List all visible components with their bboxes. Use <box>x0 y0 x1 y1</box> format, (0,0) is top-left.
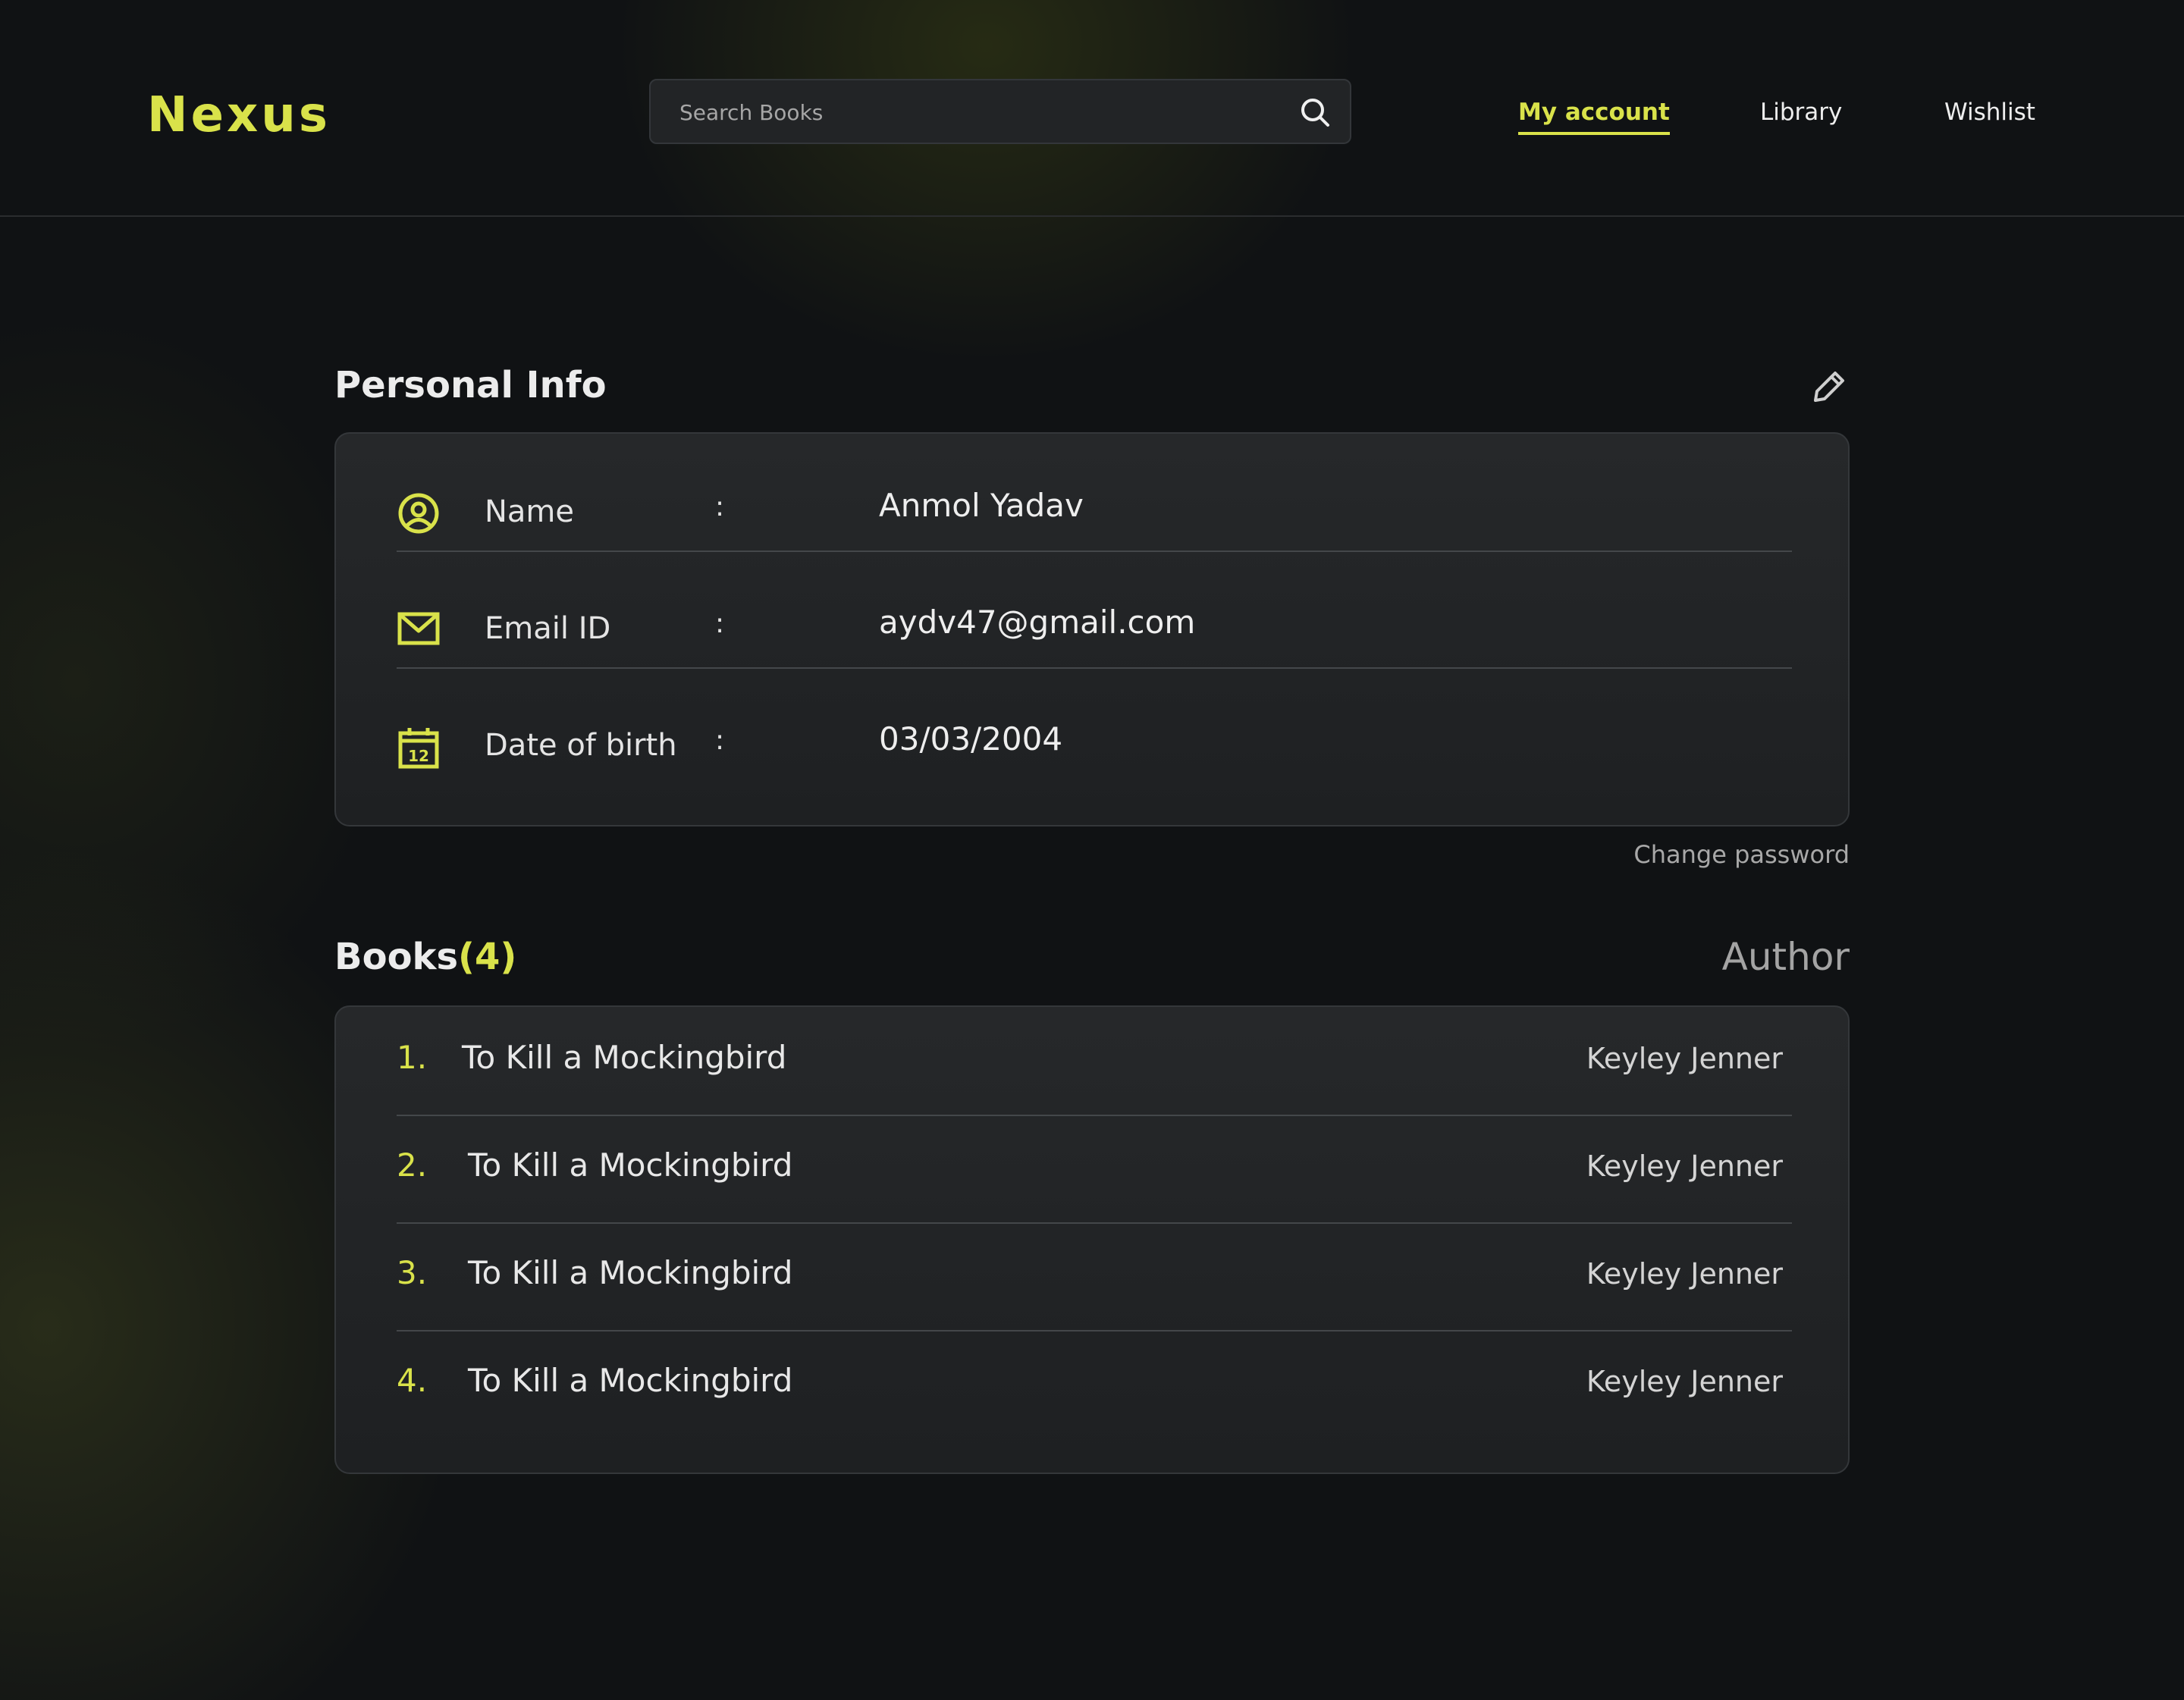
book-author: Keyley Jenner <box>1586 1150 1783 1183</box>
books-title: Books(4) <box>334 933 516 981</box>
personal-info-title: Personal Info <box>334 364 607 406</box>
book-number: 3. <box>397 1254 428 1291</box>
info-row-name: Name : Anmol Yadav <box>397 434 1792 552</box>
info-row-dob: 12 Date of birth : 03/03/2004 <box>397 667 1792 784</box>
email-label: Email ID <box>485 611 611 646</box>
name-label: Name <box>485 494 575 529</box>
book-row[interactable]: 3. To Kill a Mockingbird Keyley Jenner <box>397 1222 1792 1331</box>
name-value: Anmol Yadav <box>879 487 1084 524</box>
book-author: Keyley Jenner <box>1586 1257 1783 1291</box>
dob-label: Date of birth <box>485 728 677 763</box>
book-row[interactable]: 1. To Kill a Mockingbird Keyley Jenner <box>397 1007 1792 1116</box>
search-bar[interactable] <box>649 79 1351 144</box>
author-header: Author <box>1721 935 1850 979</box>
email-value: aydv47@gmail.com <box>879 604 1196 641</box>
books-title-label: Books <box>334 936 459 978</box>
calendar-icon: 12 <box>398 728 439 769</box>
book-title[interactable]: To Kill a Mockingbird <box>468 1254 792 1291</box>
nav-library[interactable]: Library <box>1760 94 1842 130</box>
search-icon[interactable] <box>1298 96 1332 129</box>
book-title[interactable]: To Kill a Mockingbird <box>462 1039 786 1076</box>
app-logo[interactable]: Nexus <box>147 85 331 146</box>
name-colon: : <box>715 491 725 522</box>
books-card: 1. To Kill a Mockingbird Keyley Jenner 2… <box>334 1005 1850 1474</box>
book-author: Keyley Jenner <box>1586 1042 1783 1075</box>
book-number: 4. <box>397 1362 428 1399</box>
nav-wishlist[interactable]: Wishlist <box>1944 94 2035 130</box>
mail-icon <box>397 612 440 645</box>
book-number: 2. <box>397 1146 428 1184</box>
book-title[interactable]: To Kill a Mockingbird <box>468 1362 792 1399</box>
personal-info-card: Name : Anmol Yadav Email ID : aydv47@gma… <box>334 432 1850 826</box>
book-row[interactable]: 2. To Kill a Mockingbird Keyley Jenner <box>397 1115 1792 1224</box>
info-row-email: Email ID : aydv47@gmail.com <box>397 550 1792 669</box>
book-row[interactable]: 4. To Kill a Mockingbird Keyley Jenner <box>397 1330 1792 1438</box>
dob-value: 03/03/2004 <box>879 720 1063 757</box>
book-title[interactable]: To Kill a Mockingbird <box>468 1146 792 1184</box>
user-circle-icon <box>398 493 439 534</box>
nav-my-account[interactable]: My account <box>1518 94 1670 135</box>
book-author: Keyley Jenner <box>1586 1365 1783 1398</box>
change-password-link[interactable]: Change password <box>1633 840 1850 869</box>
book-number: 1. <box>397 1039 428 1076</box>
top-header: Nexus My account Library Wishlist <box>0 0 2184 217</box>
calendar-day: 12 <box>408 747 429 765</box>
search-input[interactable] <box>678 80 1272 144</box>
email-colon: : <box>715 608 725 639</box>
pencil-icon[interactable] <box>1808 365 1850 408</box>
dob-colon: : <box>715 725 725 756</box>
books-count: (4) <box>458 936 517 978</box>
